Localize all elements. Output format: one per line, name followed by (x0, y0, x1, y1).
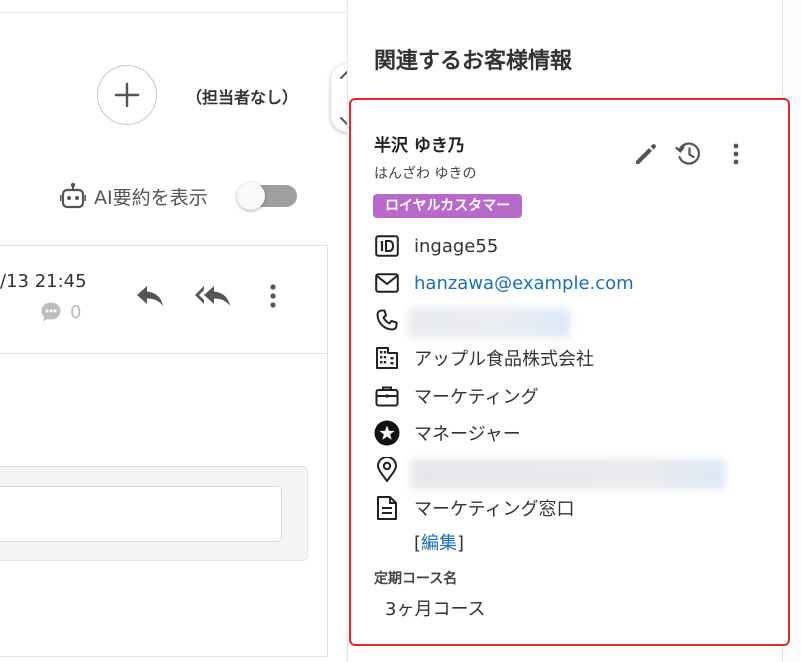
panel-title: 関連するお客様情報 (374, 49, 573, 74)
company-row: アップル食品株式会社 (374, 344, 594, 372)
comment-count-value: 0 (70, 301, 82, 323)
note-edit: [編集] (414, 529, 464, 555)
edit-customer-button[interactable] (632, 140, 660, 168)
phone-row (374, 306, 400, 334)
ai-summary-toggle[interactable] (237, 182, 297, 210)
document-icon (377, 496, 397, 520)
robot-icon (60, 182, 86, 209)
customer-id-row: ingage55 (374, 232, 498, 260)
redacted-phone (408, 308, 570, 338)
customer-department: マーケティング (414, 387, 539, 408)
message-card: /13 21:45 0 (0, 245, 328, 657)
email-row: hanzawa@example.com (374, 269, 634, 297)
subscription-value: 3ヶ月コース (385, 599, 486, 620)
customer-more-button[interactable] (722, 140, 750, 168)
customer-id: ingage55 (414, 235, 499, 257)
comment-count[interactable]: 0 (40, 301, 81, 323)
note-edit-link[interactable]: 編集 (421, 533, 457, 554)
message-timestamp: /13 21:45 (0, 271, 87, 292)
history-icon (675, 142, 700, 165)
toggle-knob (237, 182, 265, 210)
ai-summary-label: AI要約を表示 (94, 186, 208, 209)
bracket-close: ] (457, 533, 465, 554)
conversation-pane: （担当者なし） AI要約を表示 /13 21:45 0 (0, 0, 347, 662)
plus-icon (114, 82, 140, 108)
phone-icon (376, 309, 398, 331)
position-row: マネージャー (374, 419, 521, 447)
mail-icon (375, 273, 399, 293)
divider (0, 12, 347, 13)
comment-icon (41, 302, 61, 322)
more-vertical-icon (270, 284, 276, 308)
reply-all-button[interactable] (194, 283, 232, 313)
note-row: マーケティング窓口 (374, 494, 575, 522)
address-row (374, 456, 400, 484)
redacted-address (410, 459, 726, 489)
ai-summary-row: AI要約を表示 (60, 180, 208, 212)
customer-note: マーケティング窓口 (414, 499, 575, 520)
subscription-label: 定期コース名 (374, 571, 458, 587)
briefcase-icon (375, 386, 399, 407)
reply-button[interactable] (135, 283, 165, 313)
assignee-label: （担当者なし） (186, 88, 299, 107)
id-icon (375, 235, 399, 257)
message-more-button[interactable] (266, 282, 280, 314)
building-icon (376, 347, 398, 369)
location-pin-icon (377, 457, 397, 482)
customer-email-link[interactable]: hanzawa@example.com (414, 273, 634, 294)
pencil-icon (636, 143, 657, 164)
more-vertical-icon (733, 143, 739, 165)
customer-name-kana: はんざわ ゆきの (374, 166, 477, 182)
add-assignee-button[interactable] (97, 65, 157, 125)
department-row: マーケティング (374, 382, 539, 410)
reply-input[interactable] (0, 486, 282, 542)
divider (0, 353, 326, 354)
customer-name: 半沢 ゆき乃 (374, 136, 465, 156)
bracket-open: [ (414, 533, 422, 554)
customer-company: アップル食品株式会社 (414, 349, 594, 370)
history-button[interactable] (675, 140, 703, 168)
reply-icon (137, 286, 163, 306)
reply-all-icon (195, 286, 230, 306)
customer-position: マネージャー (414, 424, 521, 445)
customer-badge: ロイヤルカスタマー (373, 194, 523, 218)
star-circle-icon (374, 420, 400, 446)
